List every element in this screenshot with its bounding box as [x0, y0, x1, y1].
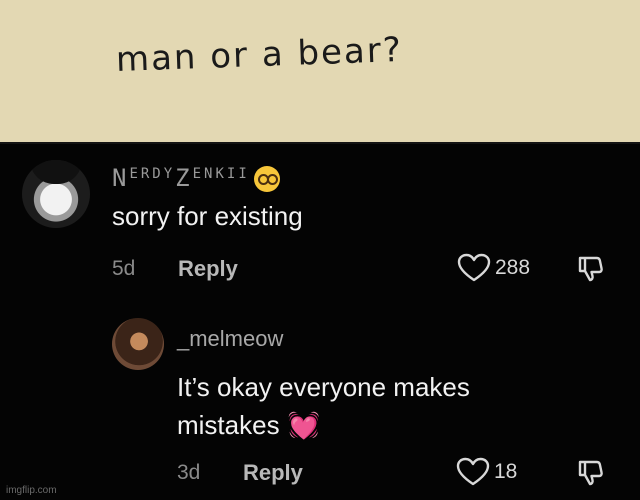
watermark: imgflip.com	[6, 485, 57, 496]
comment-text: sorry for existing	[112, 201, 303, 231]
thumbs-down-icon	[578, 256, 603, 282]
nerd-face-icon	[253, 166, 280, 192]
avatar[interactable]	[22, 160, 90, 228]
dislike-button[interactable]	[576, 458, 606, 493]
thumbs-down-icon	[578, 460, 603, 486]
reply-button[interactable]: Reply	[243, 460, 303, 486]
heart-icon	[456, 457, 490, 486]
comment-username[interactable]: _melmeow	[177, 326, 283, 352]
username-letters: ERDY	[129, 166, 176, 182]
like-count: 18	[494, 460, 518, 483]
meme-image-panel: man or a bear?	[0, 0, 640, 142]
heart-icon	[457, 253, 491, 282]
comment-text-line: mistakes 💓	[177, 406, 470, 444]
comment-text: It’s okay everyone makes mistakes 💓	[177, 368, 470, 444]
comment-timestamp: 3d	[177, 461, 201, 484]
comment-timestamp: 5d	[112, 257, 136, 280]
username-letter: Z	[175, 164, 193, 192]
username-letters: ENKII	[192, 166, 250, 182]
like-button[interactable]: 18	[456, 457, 517, 487]
dislike-button[interactable]	[576, 254, 606, 289]
comment-username[interactable]: NERDYZENKII	[112, 164, 280, 192]
like-button[interactable]: 288	[457, 253, 530, 283]
username-letter: N	[112, 164, 130, 192]
comment-text-word: mistakes	[177, 410, 280, 440]
divider	[0, 142, 640, 144]
reply-button[interactable]: Reply	[178, 256, 238, 282]
comment-text-line: It’s okay everyone makes	[177, 372, 470, 402]
beating-heart-icon: 💓	[287, 410, 320, 440]
avatar[interactable]	[112, 318, 164, 370]
like-count: 288	[495, 256, 531, 279]
meme-caption: man or a bear?	[115, 29, 404, 80]
